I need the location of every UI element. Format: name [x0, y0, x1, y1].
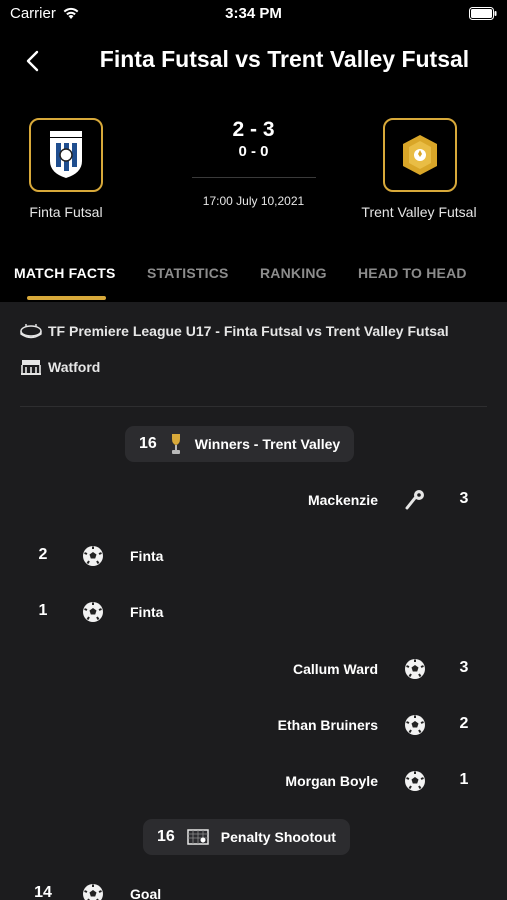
venue-name: Watford [48, 359, 101, 375]
event-minute: 14 [34, 884, 52, 900]
event-minute: 3 [459, 490, 469, 507]
event-minute: 1 [38, 602, 48, 619]
stadium-icon [20, 324, 42, 339]
match-facts-panel: TF Premiere League U17 - Finta Futsal vs… [0, 302, 507, 900]
pill-text: Penalty Shootout [220, 829, 336, 845]
status-bar: Carrier 3:34 PM [0, 0, 507, 28]
event-minute: 3 [459, 659, 469, 676]
soccer-ball-icon [83, 884, 103, 900]
pill-minute: 16 [157, 828, 175, 845]
player-name: Finta [130, 604, 164, 620]
timeline-event: 2 Finta [0, 541, 507, 571]
soccer-ball-icon [405, 715, 425, 735]
player-name: Finta [130, 548, 164, 564]
tab-bar: MATCH FACTS STATISTICS RANKING HEAD TO H… [0, 258, 507, 302]
soccer-ball-icon [83, 602, 103, 622]
active-tab-indicator [27, 296, 106, 300]
venue-row[interactable]: Watford [20, 358, 100, 376]
event-minute: 1 [459, 771, 469, 788]
soccer-ball-icon [405, 771, 425, 791]
timeline-event: Ethan Bruiners 2 [0, 710, 507, 740]
full-time-score: 2 - 3 [232, 118, 275, 141]
clock: 3:34 PM [225, 5, 282, 22]
event-minute: 2 [459, 715, 469, 732]
event-minute: 2 [38, 546, 48, 563]
soccer-ball-icon [83, 546, 103, 566]
tab-head-to-head[interactable]: HEAD TO HEAD [358, 265, 467, 281]
penalty-shootout-pill: 16 Penalty Shootout [143, 819, 350, 855]
player-name: Goal [130, 886, 162, 900]
chevron-left-icon[interactable] [20, 46, 48, 76]
half-time-score: 0 - 0 [238, 143, 269, 160]
winners-pill: 16 Winners - Trent Valley [125, 426, 355, 462]
player-name: Mackenzie [307, 492, 378, 508]
tab-statistics[interactable]: STATISTICS [147, 265, 229, 281]
arena-icon [21, 360, 41, 375]
timeline-event: Callum Ward 3 [0, 654, 507, 684]
timeline-event: 1 Finta [0, 597, 507, 627]
tab-match-facts[interactable]: MATCH FACTS [14, 265, 116, 281]
whistle-icon [405, 490, 424, 510]
match-datetime: 17:00 July 10,2021 [202, 194, 305, 208]
competition-row[interactable]: TF Premiere League U17 - Finta Futsal vs… [20, 322, 449, 340]
pill-minute: 16 [139, 435, 157, 452]
section-divider [20, 406, 487, 407]
timeline-event: Mackenzie 3 [0, 485, 507, 515]
soccer-ball-icon [405, 659, 425, 679]
score-divider [192, 177, 316, 178]
player-name: Ethan Bruiners [277, 717, 378, 733]
timeline-event: 14 Goal [0, 879, 507, 900]
tab-ranking[interactable]: RANKING [260, 265, 327, 281]
competition-name: TF Premiere League U17 - Finta Futsal vs… [48, 323, 449, 339]
timeline-event: Morgan Boyle 1 [0, 766, 507, 796]
battery-icon [469, 7, 497, 20]
player-name: Morgan Boyle [285, 773, 378, 789]
page-title: Finta Futsal vs Trent Valley Futsal [99, 46, 470, 72]
navigation-bar: Finta Futsal vs Trent Valley Futsal [0, 36, 507, 86]
player-name: Callum Ward [292, 661, 378, 677]
pill-text: Winners - Trent Valley [194, 436, 341, 452]
penalty-goal-icon [187, 829, 209, 845]
trophy-icon [169, 433, 183, 455]
